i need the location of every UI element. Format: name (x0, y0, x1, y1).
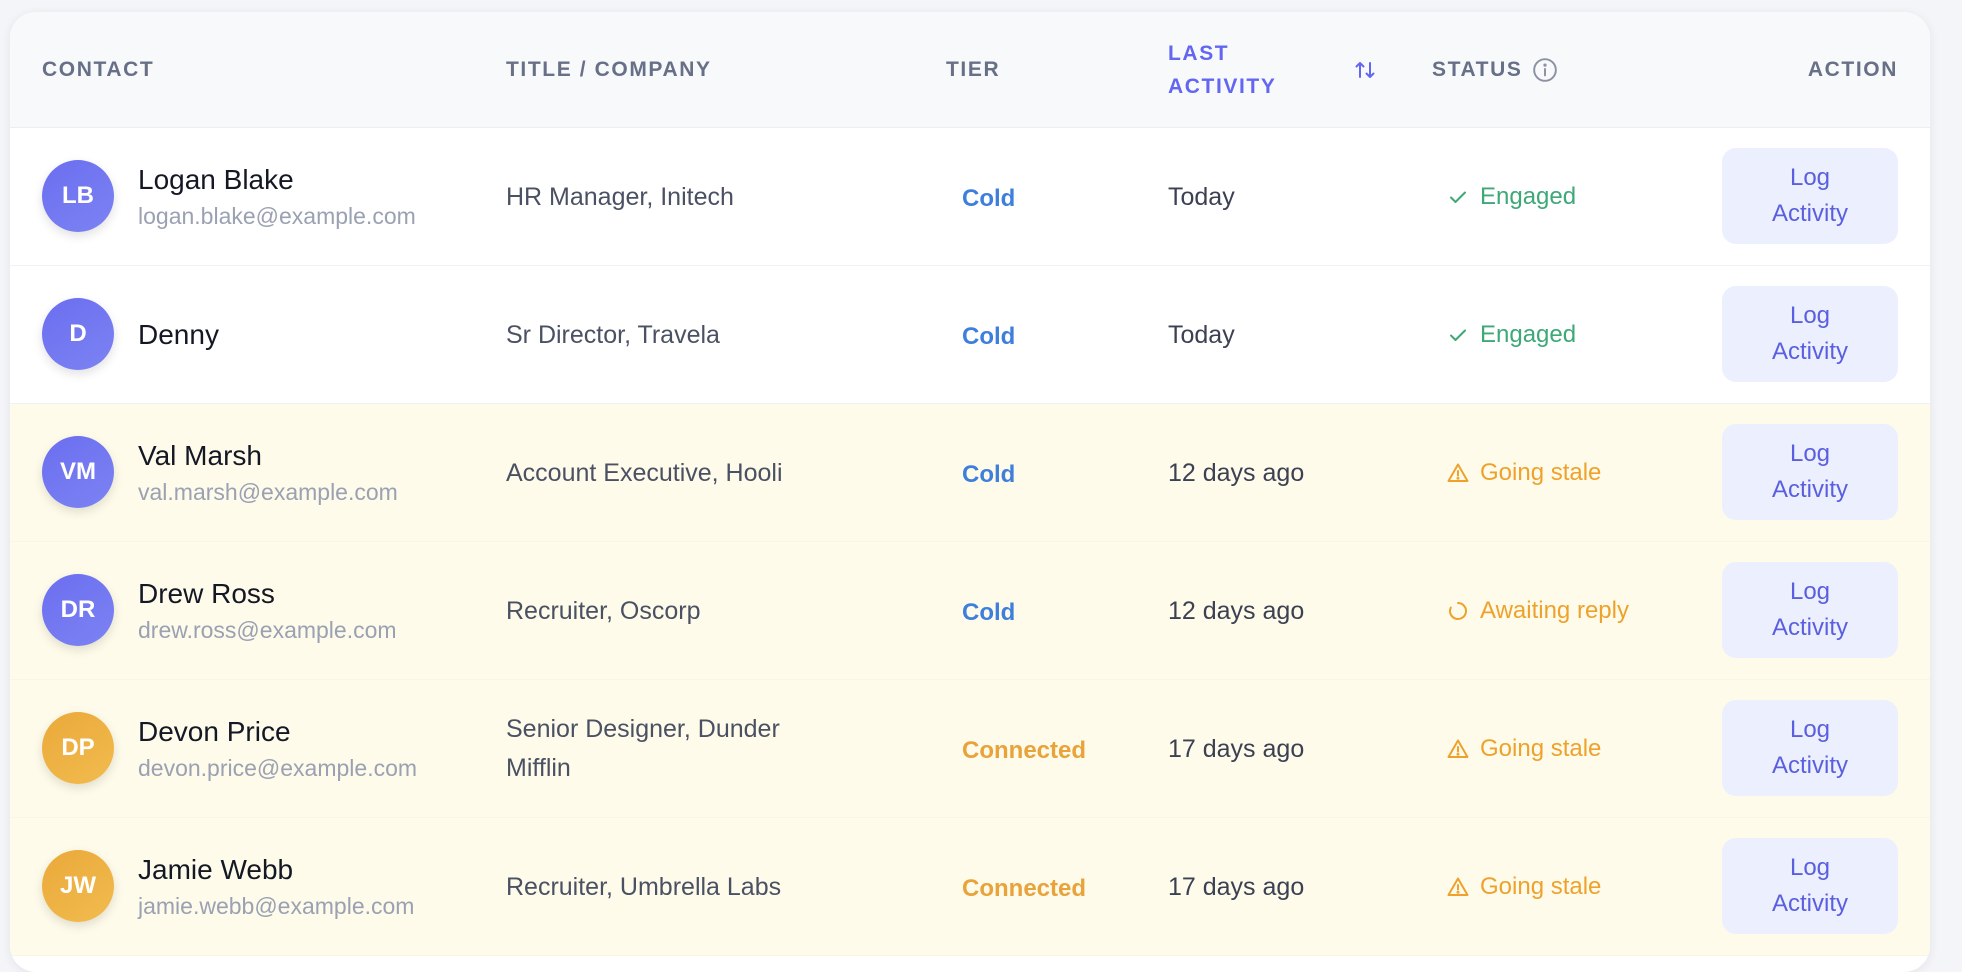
status-label: Awaiting reply (1480, 597, 1629, 624)
last-activity: 12 days ago (1168, 458, 1305, 487)
status-badge: Going stale (1446, 680, 1601, 818)
column-header-status[interactable]: Status (1432, 12, 1558, 128)
warning-icon (1447, 877, 1469, 896)
status-badge: Engaged (1446, 266, 1576, 404)
table-row[interactable]: VM Val Marsh val.marsh@example.com Accou… (10, 404, 1930, 542)
check-icon (1450, 329, 1466, 341)
tier-badge: Cold (962, 461, 1016, 488)
log-activity-button[interactable]: Log Activity (1722, 700, 1898, 796)
title-company: Recruiter, Oscorp (506, 596, 701, 625)
contact-name[interactable]: Val Marsh (138, 438, 398, 474)
check-icon (1450, 191, 1466, 203)
log-activity-button[interactable]: Log Activity (1722, 148, 1898, 244)
status-label: Engaged (1480, 183, 1577, 210)
contact-cell: Denny (138, 266, 219, 404)
avatar: DP (42, 712, 114, 784)
contact-email: jamie.webb@example.com (138, 893, 415, 919)
status-badge: Engaged (1446, 128, 1576, 266)
avatar: JW (42, 850, 114, 922)
table-body: LB Logan Blake logan.blake@example.com H… (10, 128, 1930, 956)
column-header-title-company[interactable]: Title / Company (506, 12, 712, 128)
status-label: Engaged (1480, 321, 1577, 348)
title-company: Senior Designer, Dunder Mifflin (506, 715, 780, 782)
contact-cell: Drew Ross drew.ross@example.com (138, 542, 397, 680)
contacts-table: Contact Title / Company Tier Last Activi… (10, 12, 1930, 972)
log-activity-button[interactable]: Log Activity (1722, 838, 1898, 934)
log-activity-button[interactable]: Log Activity (1722, 424, 1898, 520)
table-row[interactable]: LB Logan Blake logan.blake@example.com H… (10, 128, 1930, 266)
contact-name[interactable]: Logan Blake (138, 162, 416, 198)
column-header-last-activity[interactable]: Last Activity (1168, 12, 1375, 128)
status-badge: Going stale (1446, 404, 1601, 542)
last-activity: Today (1168, 182, 1235, 211)
contact-email: drew.ross@example.com (138, 617, 397, 643)
tier-badge: Connected (962, 737, 1087, 764)
sort-arrows-icon[interactable] (1353, 58, 1377, 82)
column-header-tier[interactable]: Tier (946, 12, 1000, 128)
last-activity: 12 days ago (1168, 596, 1305, 625)
last-activity: 17 days ago (1168, 872, 1305, 901)
column-header-action: Action (1807, 58, 1898, 81)
log-activity-button[interactable]: Log Activity (1722, 286, 1898, 382)
avatar: LB (42, 160, 114, 232)
log-activity-button[interactable]: Log Activity (1722, 562, 1898, 658)
contact-cell: Logan Blake logan.blake@example.com (138, 128, 416, 266)
column-header-last-activity-line2: Activity (1168, 75, 1277, 98)
last-activity: 17 days ago (1168, 734, 1305, 763)
contact-name[interactable]: Denny (138, 317, 219, 353)
tier-badge: Cold (962, 599, 1016, 626)
last-activity: Today (1168, 320, 1235, 349)
contact-name[interactable]: Drew Ross (138, 576, 397, 612)
table-header: Contact Title / Company Tier Last Activi… (10, 12, 1930, 128)
tier-badge: Cold (962, 323, 1016, 350)
title-company: HR Manager, Initech (506, 182, 734, 211)
status-label: Going stale (1480, 873, 1602, 900)
title-company: Recruiter, Umbrella Labs (506, 872, 782, 901)
table-row[interactable]: DR Drew Ross drew.ross@example.com Recru… (10, 542, 1930, 680)
contact-cell: Val Marsh val.marsh@example.com (138, 404, 398, 542)
avatar: VM (42, 436, 114, 508)
contact-email: logan.blake@example.com (138, 203, 416, 229)
table-row[interactable]: D Denny Sr Director, Travela Cold Today … (10, 266, 1930, 404)
warning-icon (1447, 739, 1469, 758)
contact-cell: Jamie Webb jamie.webb@example.com (138, 818, 414, 956)
contact-name[interactable]: Jamie Webb (138, 852, 414, 888)
tier-badge: Connected (962, 875, 1087, 902)
status-badge: Awaiting reply (1446, 542, 1629, 680)
title-company: Account Executive, Hooli (506, 458, 783, 487)
table-row[interactable]: JW Jamie Webb jamie.webb@example.com Rec… (10, 818, 1930, 956)
column-header-contact[interactable]: Contact (42, 12, 154, 128)
contact-name[interactable]: Devon Price (138, 714, 417, 750)
avatar: DR (42, 574, 114, 646)
contact-cell: Devon Price devon.price@example.com (138, 680, 417, 818)
contact-email: devon.price@example.com (138, 755, 418, 781)
status-label: Going stale (1480, 459, 1602, 486)
avatar: D (42, 298, 114, 370)
column-header-last-activity-line1: Last (1168, 42, 1230, 65)
contact-email: val.marsh@example.com (138, 479, 398, 505)
status-badge: Going stale (1446, 818, 1601, 956)
column-header-status-label: Status (1432, 58, 1523, 81)
loading-icon (1449, 602, 1467, 620)
tier-badge: Cold (962, 185, 1016, 212)
title-company: Sr Director, Travela (506, 320, 720, 349)
warning-icon (1447, 463, 1469, 482)
table-row[interactable]: DP Devon Price devon.price@example.com S… (10, 680, 1930, 818)
info-icon[interactable] (1532, 57, 1558, 83)
status-label: Going stale (1480, 735, 1602, 762)
